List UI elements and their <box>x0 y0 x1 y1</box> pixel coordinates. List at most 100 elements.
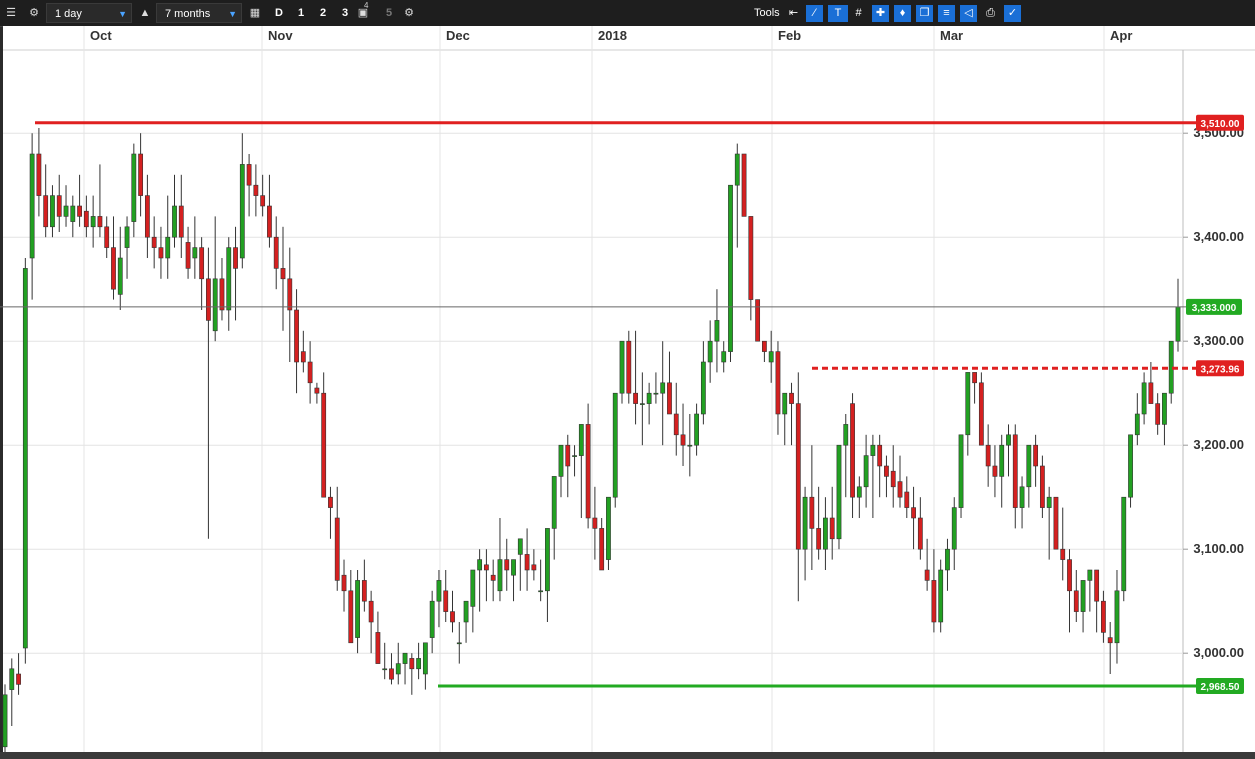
candle-body <box>545 528 550 592</box>
candle-body <box>965 372 971 436</box>
candle-body <box>897 481 903 498</box>
candle-body <box>246 164 252 186</box>
candle-body <box>680 434 686 446</box>
style-button-3[interactable]: 3 <box>336 3 354 23</box>
candle-body <box>1155 403 1161 425</box>
y-tick-label: 3,100.00 <box>1193 541 1244 556</box>
candle-body <box>802 496 808 550</box>
settings-icon[interactable]: ⚙ <box>400 3 418 23</box>
candle-body <box>1053 496 1059 550</box>
candle-body <box>151 236 157 248</box>
bottom-scrollbar[interactable] <box>0 752 1255 759</box>
candle-body <box>565 444 571 467</box>
candle-body <box>334 517 340 581</box>
candle-body <box>667 382 672 415</box>
candle-body <box>253 184 259 196</box>
candle-body <box>1080 580 1086 612</box>
candle-body <box>1067 559 1072 592</box>
style-button-d[interactable]: D <box>270 3 288 23</box>
marker-icon[interactable]: ♦ <box>894 5 911 22</box>
candle-body <box>267 205 272 238</box>
candle-body <box>612 392 618 498</box>
back-arrow-icon[interactable]: ⇤ <box>785 5 802 22</box>
candle-body <box>104 226 110 248</box>
candle-body <box>741 153 747 217</box>
candle-body <box>1073 590 1079 612</box>
text-tool-icon[interactable]: T <box>828 5 848 22</box>
crosshair-icon[interactable]: ✚ <box>872 5 889 22</box>
style-button-5[interactable]: 5 <box>380 3 398 23</box>
gear-icon[interactable]: ⚙ <box>25 3 43 23</box>
x-label-oct: Oct <box>90 28 112 43</box>
candle-body <box>422 642 428 675</box>
x-label-apr: Apr <box>1110 28 1132 43</box>
candle-body <box>1141 382 1147 415</box>
candle-body <box>416 658 422 670</box>
style-button-1[interactable]: 1 <box>292 3 310 23</box>
candle-body <box>56 195 62 217</box>
candle-body <box>70 205 76 222</box>
plot-background <box>3 26 1183 752</box>
candle-body <box>585 424 591 519</box>
candle-body <box>172 205 177 238</box>
candle-body <box>117 257 123 295</box>
interval-select[interactable]: 1 day ▼ <box>46 3 132 23</box>
candle-body <box>1087 569 1093 581</box>
candle-body <box>280 268 286 280</box>
layout-icon[interactable]: ▣ <box>354 3 372 23</box>
candle-body <box>843 424 849 446</box>
candle-body <box>761 340 767 352</box>
candle-body <box>111 247 116 290</box>
price-chart[interactable]: Oct Nov Dec 2018 Feb Mar Apr 3,500.003,4… <box>0 26 1255 752</box>
candle-body <box>185 242 191 269</box>
y-tick-label: 3,200.00 <box>1193 437 1244 452</box>
candle-body <box>1107 637 1113 644</box>
range-select[interactable]: 7 months ▼ <box>156 3 242 23</box>
candle-body <box>633 392 638 404</box>
candle-body <box>639 403 645 405</box>
candle-body <box>239 164 245 259</box>
candle-body <box>219 278 225 311</box>
copy-icon[interactable]: ❐ <box>916 5 933 22</box>
lock-icon[interactable]: ▲ <box>136 3 154 23</box>
candle-body <box>877 444 883 467</box>
fib-icon[interactable]: ≡ <box>938 5 955 22</box>
candle-body <box>694 413 699 446</box>
calendar-icon[interactable]: ▦ <box>246 3 264 23</box>
candle-body <box>36 153 42 196</box>
candle-body <box>375 632 381 664</box>
trend-line-icon[interactable]: ⁄ <box>806 5 823 22</box>
candle-body <box>443 590 449 612</box>
candle-body <box>870 444 876 456</box>
candle-body <box>77 205 82 217</box>
candle-body <box>1094 569 1100 602</box>
candle-body <box>402 652 408 664</box>
x-label-nov: Nov <box>268 28 293 43</box>
candle-body <box>314 387 320 394</box>
print-icon[interactable]: ⎙ <box>982 5 999 22</box>
candle-body <box>1101 600 1106 633</box>
candle-body <box>606 496 611 560</box>
candle-body <box>700 361 706 415</box>
candle-body <box>884 465 889 477</box>
drawing-tools-icon[interactable]: ✓ <box>1004 5 1021 22</box>
candle-body <box>789 392 794 404</box>
candle-body <box>951 507 957 550</box>
candle-body <box>1012 434 1018 508</box>
candle-body <box>165 236 171 259</box>
candle-body <box>578 424 584 456</box>
candle-body <box>558 444 564 477</box>
menu-icon[interactable]: ☰ <box>2 3 20 23</box>
candle-body <box>572 455 577 457</box>
tag-icon[interactable]: ◁ <box>960 5 977 22</box>
candle-body <box>199 247 205 280</box>
candle-body <box>233 247 238 269</box>
layout-count: 4 <box>364 1 369 10</box>
candle-body <box>348 590 354 644</box>
candle-body <box>931 580 937 623</box>
candle-body <box>16 673 21 685</box>
style-button-2[interactable]: 2 <box>314 3 332 23</box>
candle-body <box>361 580 367 602</box>
grid-icon[interactable]: # <box>850 5 867 22</box>
candle-body <box>1148 382 1154 404</box>
